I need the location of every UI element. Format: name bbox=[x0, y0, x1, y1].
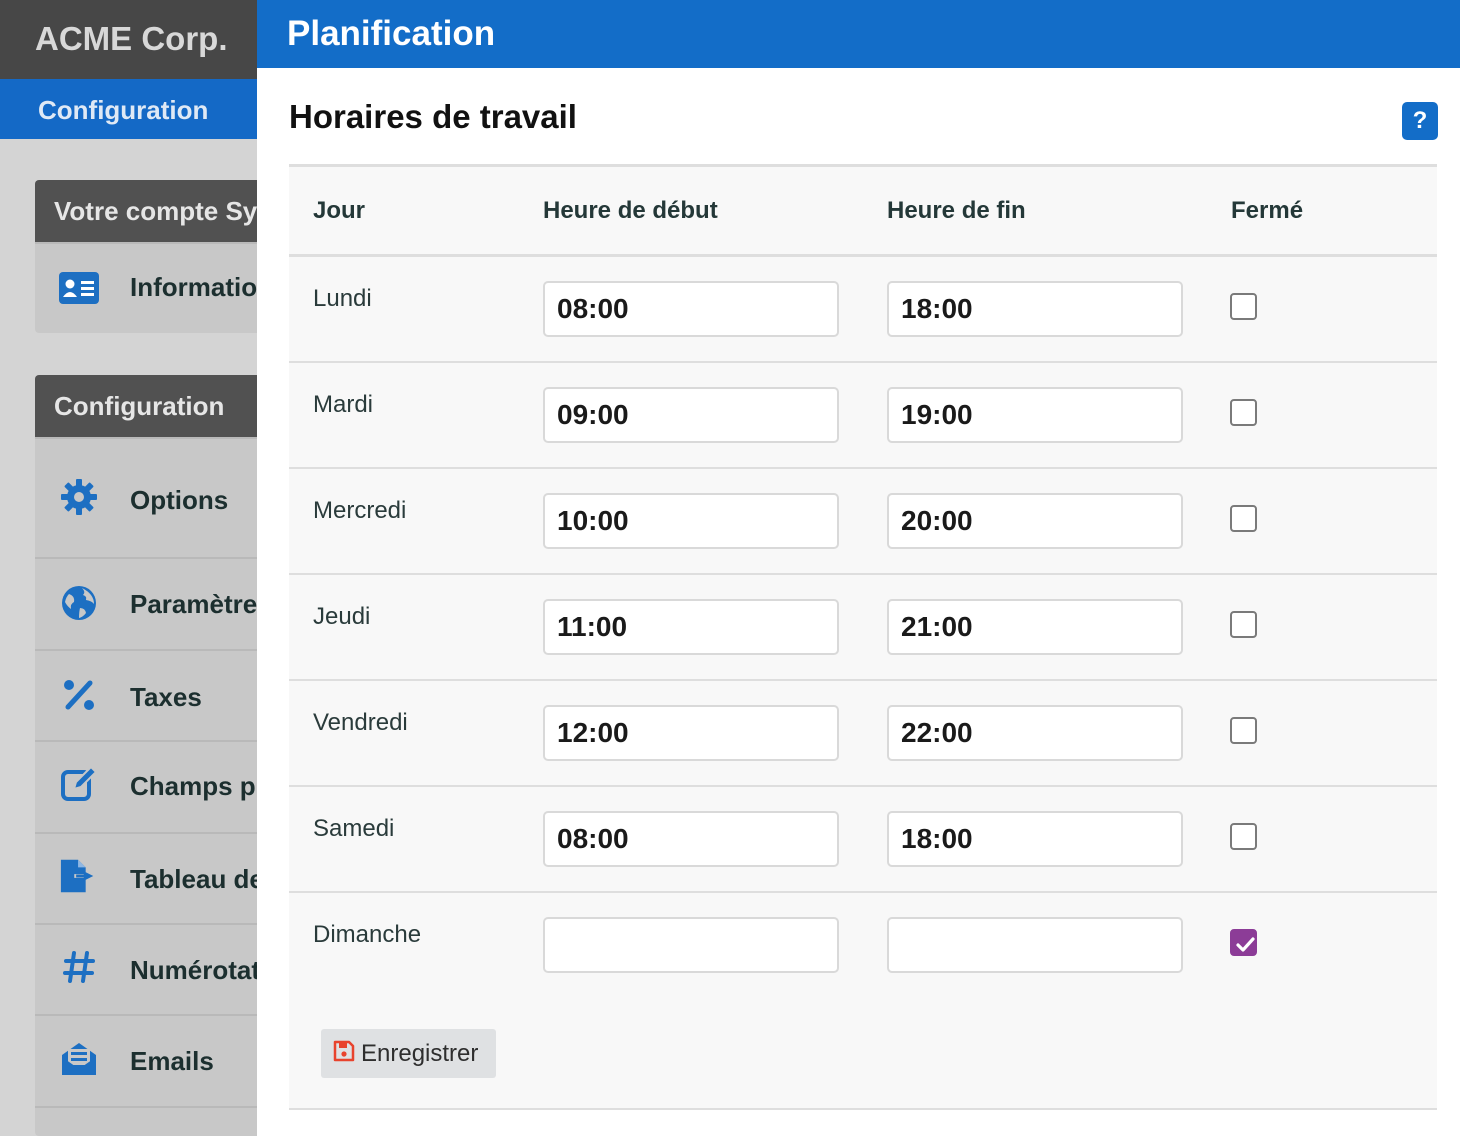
start-time-input[interactable] bbox=[543, 705, 839, 761]
floppy-disk-icon bbox=[333, 1040, 355, 1067]
closed-checkbox[interactable] bbox=[1230, 505, 1257, 532]
sidebar-item-label: Champs p bbox=[130, 771, 256, 801]
end-time-input[interactable] bbox=[887, 917, 1183, 973]
gear-icon bbox=[59, 477, 99, 517]
start-time-input[interactable] bbox=[543, 917, 839, 973]
closed-checkbox[interactable] bbox=[1230, 823, 1257, 850]
column-header-start: Heure de début bbox=[543, 197, 718, 224]
checkmark-icon bbox=[1236, 937, 1255, 952]
column-header-day: Jour bbox=[313, 197, 366, 224]
end-time-input[interactable] bbox=[887, 493, 1183, 549]
table-row: Vendredi bbox=[289, 681, 1437, 787]
sidebar-item-label: Taxes bbox=[130, 682, 202, 712]
file-export-icon bbox=[59, 856, 99, 896]
section-title: Horaires de travail bbox=[289, 98, 577, 135]
column-header-closed: Fermé bbox=[1231, 197, 1304, 224]
account-panel-title: Votre compte Sy bbox=[35, 180, 257, 242]
day-label: Mardi bbox=[313, 391, 374, 418]
table-row: Lundi bbox=[289, 257, 1437, 363]
start-time-input[interactable] bbox=[543, 493, 839, 549]
top-bar: Planification bbox=[257, 0, 1460, 68]
table-header: Jour Heure de début Heure de fin Fermé bbox=[289, 167, 1437, 257]
closed-checkbox[interactable] bbox=[1230, 293, 1257, 320]
closed-checkbox[interactable] bbox=[1230, 611, 1257, 638]
end-time-input[interactable] bbox=[887, 599, 1183, 655]
sidebar-item-label: Tableau de bbox=[130, 864, 257, 894]
sidebar: ACME Corp. Configuration Votre compte Sy… bbox=[0, 0, 257, 1136]
config-panel: Configuration Options Paramètre Taxes Ch… bbox=[35, 375, 257, 1136]
brand-logo: ACME Corp. bbox=[0, 0, 257, 79]
edit-icon bbox=[59, 764, 99, 804]
day-label: Samedi bbox=[313, 815, 395, 842]
sidebar-item-numerotation[interactable]: Numérotat bbox=[35, 923, 257, 1014]
sidebar-item-parametres[interactable]: Paramètre bbox=[35, 557, 257, 649]
sidebar-item-taxes[interactable]: Taxes bbox=[35, 649, 257, 740]
sidebar-item-label: Paramètre bbox=[130, 589, 257, 619]
account-panel: Votre compte Sy Informatio bbox=[35, 180, 257, 333]
question-icon: ? bbox=[1412, 107, 1428, 134]
globe-icon bbox=[59, 583, 99, 623]
end-time-input[interactable] bbox=[887, 387, 1183, 443]
day-label: Dimanche bbox=[313, 921, 422, 948]
start-time-input[interactable] bbox=[543, 387, 839, 443]
day-label: Jeudi bbox=[313, 603, 371, 630]
save-button[interactable]: Enregistrer bbox=[321, 1029, 496, 1078]
sidebar-item-label: Emails bbox=[130, 1046, 214, 1076]
start-time-input[interactable] bbox=[543, 811, 839, 867]
page-title: Planification bbox=[287, 14, 496, 53]
sidebar-item-information[interactable]: Informatio bbox=[35, 242, 257, 333]
sidebar-item-more[interactable] bbox=[35, 1106, 257, 1136]
table-row: Jeudi bbox=[289, 575, 1437, 681]
column-header-end: Heure de fin bbox=[887, 197, 1026, 224]
config-panel-title: Configuration bbox=[35, 375, 257, 437]
closed-checkbox[interactable] bbox=[1230, 929, 1257, 956]
start-time-input[interactable] bbox=[543, 281, 839, 337]
start-time-input[interactable] bbox=[543, 599, 839, 655]
save-button-label: Enregistrer bbox=[361, 1039, 479, 1067]
end-time-input[interactable] bbox=[887, 705, 1183, 761]
closed-checkbox[interactable] bbox=[1230, 717, 1257, 744]
envelope-icon bbox=[59, 1040, 99, 1080]
sidebar-item-tableau[interactable]: Tableau de bbox=[35, 832, 257, 923]
schedule-table: Jour Heure de début Heure de fin Fermé L… bbox=[289, 164, 1437, 1110]
sidebar-item-champs[interactable]: Champs p bbox=[35, 740, 257, 832]
day-label: Mercredi bbox=[313, 497, 407, 524]
end-time-input[interactable] bbox=[887, 811, 1183, 867]
id-card-icon bbox=[59, 268, 99, 308]
sidebar-item-emails[interactable]: Emails bbox=[35, 1014, 257, 1106]
table-row: Mardi bbox=[289, 363, 1437, 469]
end-time-input[interactable] bbox=[887, 281, 1183, 337]
table-row: Mercredi bbox=[289, 469, 1437, 575]
table-row: Dimanche bbox=[289, 893, 1437, 999]
sidebar-item-label: Numérotat bbox=[130, 955, 257, 985]
percent-icon bbox=[59, 675, 99, 715]
sidebar-item-label: Options bbox=[130, 485, 229, 515]
nav-configuration[interactable]: Configuration bbox=[0, 79, 257, 139]
sidebar-item-label: Informatio bbox=[130, 272, 257, 302]
table-row: Samedi bbox=[289, 787, 1437, 893]
help-button[interactable]: ? bbox=[1402, 102, 1438, 140]
sidebar-item-options[interactable]: Options bbox=[35, 437, 257, 557]
closed-checkbox[interactable] bbox=[1230, 399, 1257, 426]
day-label: Lundi bbox=[313, 285, 372, 312]
hashtag-icon bbox=[59, 947, 99, 987]
day-label: Vendredi bbox=[313, 709, 408, 736]
